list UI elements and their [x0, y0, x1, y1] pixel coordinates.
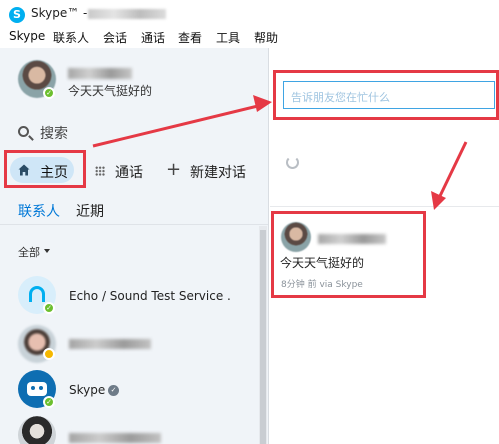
menu-bar: Skype 联系人 会话 通话 查看 工具 帮助 [0, 28, 499, 48]
menu-view[interactable]: 查看 [178, 29, 202, 46]
chevron-down-icon[interactable] [44, 249, 50, 253]
scrollbar-thumb[interactable] [260, 230, 266, 444]
menu-conversations[interactable]: 会话 [103, 29, 127, 46]
contact-name-blurred-4[interactable] [69, 433, 161, 443]
online-status-icon: ✓ [43, 87, 55, 99]
tab-recent[interactable]: 近期 [76, 201, 104, 221]
skype-logo-icon: S [9, 7, 25, 23]
tabs-divider [0, 224, 268, 225]
blurred-username [88, 9, 166, 19]
plus-icon: + [166, 159, 182, 180]
profile-mood[interactable]: 今天天气挺好的 [68, 82, 152, 99]
online-status-icon: ✓ [43, 396, 55, 408]
feed-divider [270, 206, 499, 207]
contact-name-echo[interactable]: Echo / Sound Test Service . [69, 289, 231, 303]
menu-tools[interactable]: 工具 [216, 29, 240, 46]
title-bar: S Skype™ - [0, 0, 499, 28]
search-icon[interactable] [18, 126, 29, 137]
headset-icon [29, 286, 45, 302]
annotation-box-status-input [273, 70, 499, 120]
menu-skype[interactable]: Skype [9, 29, 45, 43]
new-chat-nav-item[interactable]: 新建对话 [190, 162, 246, 182]
away-status-icon [43, 348, 55, 360]
menu-help[interactable]: 帮助 [254, 29, 278, 46]
tab-contacts[interactable]: 联系人 [18, 201, 60, 221]
dialpad-icon [95, 166, 105, 176]
online-status-icon: ✓ [43, 302, 55, 314]
window-title: Skype™ - [31, 6, 88, 20]
menu-call[interactable]: 通话 [141, 29, 165, 46]
annotation-box-home [4, 150, 86, 188]
call-nav-item[interactable]: 通话 [115, 162, 143, 182]
skype-window: S Skype™ - Skype 联系人 会话 通话 查看 工具 帮助 ✓ 今天… [0, 0, 499, 444]
search-label[interactable]: 搜索 [40, 123, 68, 143]
verified-icon: ✓ [108, 385, 119, 396]
profile-name-blurred[interactable] [68, 68, 132, 79]
contact-name-skype[interactable]: Skype [69, 383, 105, 397]
refresh-icon[interactable] [286, 156, 299, 169]
skype-bot-icon [27, 382, 47, 396]
annotation-box-feed-card [271, 211, 426, 298]
menu-contacts[interactable]: 联系人 [53, 29, 89, 46]
contact-filter-dropdown[interactable]: 全部 [18, 244, 40, 260]
contact-name-blurred-2[interactable] [69, 339, 151, 349]
